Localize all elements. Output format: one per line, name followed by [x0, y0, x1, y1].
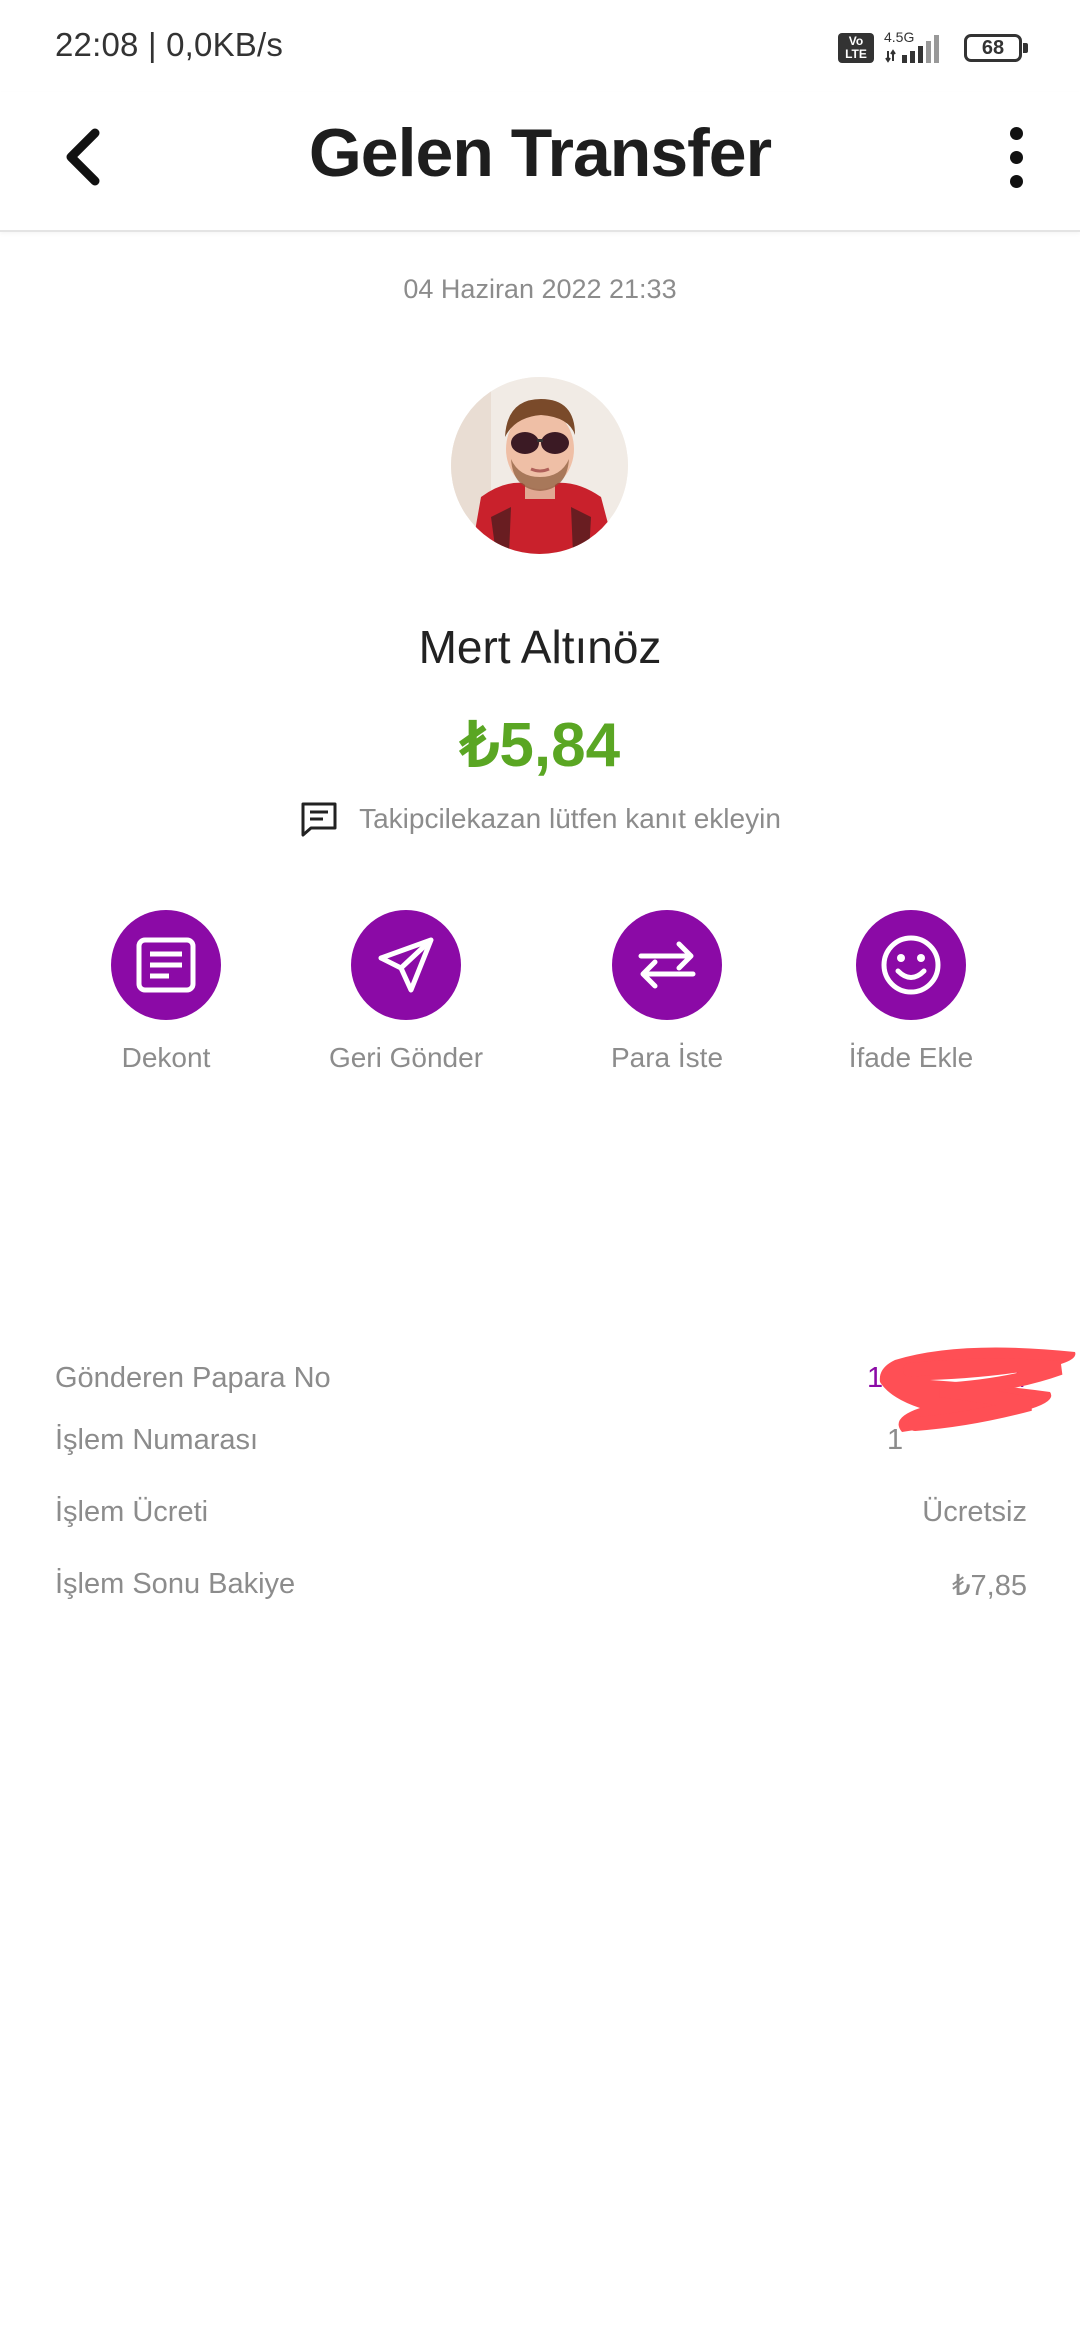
send-back-button-circle[interactable]: [351, 910, 461, 1020]
sender-name: Mert Altınöz: [418, 621, 662, 673]
request-money-button[interactable]: Para İste: [567, 910, 767, 1074]
status-time-speed: 22:08 | 0,0KB/s: [55, 26, 284, 63]
more-dot-icon: [1009, 126, 1023, 140]
signal-icon: 4.5G: [884, 29, 954, 65]
transfer-note: Takipcilekazan lütfen kanıt ekleyin: [0, 800, 1080, 838]
smiley-icon: [881, 935, 941, 995]
swap-arrows-icon: [638, 941, 696, 989]
more-options-button[interactable]: [992, 122, 1040, 192]
receipt-button-circle[interactable]: [111, 910, 221, 1020]
request-money-button-circle[interactable]: [612, 910, 722, 1020]
more-dot-icon: [1009, 174, 1023, 188]
final-balance-row: İşlem Sonu Bakiye ₺7,85: [55, 1568, 1027, 1608]
transaction-fee-label: İşlem Ücreti: [55, 1496, 209, 1528]
status-bar: 22:08 | 0,0KB/s Vo LTE 4.5G 68: [0, 0, 1080, 92]
note-text: Takipcilekazan lütfen kanıt ekleyin: [359, 803, 781, 834]
send-back-label: Geri Gönder: [328, 1042, 484, 1073]
sender-papara-no-label: Gönderen Papara No: [55, 1362, 331, 1394]
send-back-button[interactable]: Geri Gönder: [306, 910, 506, 1074]
add-reaction-button-circle[interactable]: [856, 910, 966, 1020]
add-reaction-label: İfade Ekle: [848, 1042, 974, 1073]
volte-icon: Vo LTE: [838, 33, 874, 63]
battery-icon: 68: [964, 34, 1028, 62]
page-title: Gelen Transfer: [308, 115, 772, 191]
redaction-scribble: [879, 1347, 1076, 1432]
request-money-label: Para İste: [610, 1042, 724, 1073]
final-balance-value: ₺7,85: [952, 1570, 1027, 1602]
transaction-fee-value: Ücretsiz: [922, 1496, 1027, 1528]
transfer-amount: ₺5,84: [459, 711, 621, 780]
transfer-date: 04 Haziran 2022 21:33: [403, 274, 677, 304]
transaction-fee-row: İşlem Ücreti Ücretsiz: [55, 1496, 1027, 1536]
sender-avatar[interactable]: [451, 377, 628, 554]
avatar-photo: [451, 377, 628, 554]
more-dot-icon: [1009, 150, 1023, 164]
message-icon: [301, 802, 337, 837]
send-icon: [378, 937, 434, 993]
app-header: Gelen Transfer: [0, 92, 1080, 232]
status-icons: Vo LTE 4.5G 68: [838, 29, 1028, 66]
transaction-no-label: İşlem Numarası: [55, 1424, 259, 1456]
receipt-label: Dekont: [121, 1042, 211, 1073]
receipt-icon: [136, 937, 196, 993]
add-reaction-button[interactable]: İfade Ekle: [811, 910, 1011, 1074]
receipt-button[interactable]: Dekont: [66, 910, 266, 1074]
final-balance-label: İşlem Sonu Bakiye: [55, 1568, 296, 1600]
